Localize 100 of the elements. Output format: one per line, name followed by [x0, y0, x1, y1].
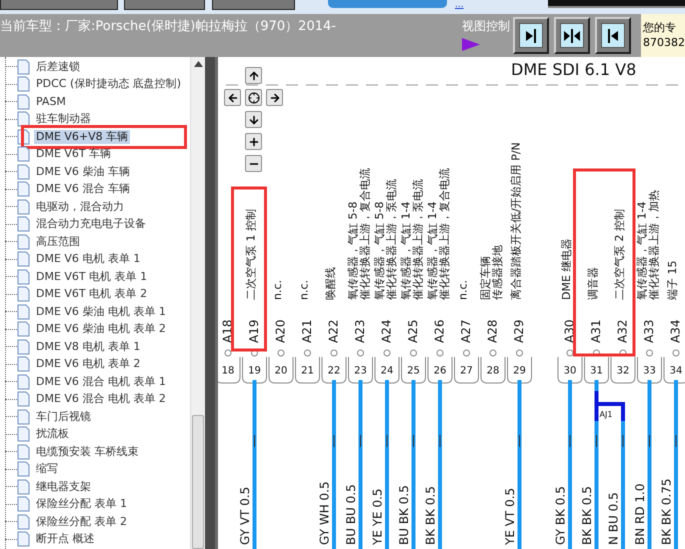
tree-item[interactable]: 电驱动，混合动力	[34, 200, 126, 214]
arrow-left-icon	[226, 92, 238, 104]
pan-down-button[interactable]	[245, 111, 262, 128]
page-icon	[17, 408, 30, 425]
pin-description: 氧传感器，气缸 1-4	[400, 202, 413, 300]
scrollbar[interactable]	[190, 57, 205, 549]
wire-label: BK BK 0.5	[423, 486, 438, 545]
tree-item[interactable]: DME V6T 电机 表单 1	[34, 270, 150, 284]
pin-number: 23	[354, 366, 367, 377]
tree-item[interactable]: DME V6 电机 表单 1	[34, 252, 142, 266]
tree-item[interactable]: PDCC (保时捷动态 底盘控制)	[34, 77, 184, 92]
pin-label: A19	[246, 320, 261, 343]
connector-pin	[637, 350, 662, 384]
pin-description: 催化转换器上游，复合电流	[438, 168, 452, 300]
connector-pin	[218, 350, 240, 384]
tree-item[interactable]: DME V6T 车辆	[34, 147, 114, 162]
pin-label: A26	[432, 320, 446, 343]
pin-label: A27	[458, 320, 473, 343]
fit-left-button[interactable]	[595, 17, 631, 54]
tree-item[interactable]: 缩写	[34, 462, 60, 476]
pin-description: 固定车辆	[479, 256, 492, 300]
scrollbar-thumb[interactable]	[192, 415, 204, 549]
page-icon	[17, 478, 30, 495]
pin-description: n.c.	[271, 280, 284, 300]
page-icon	[17, 234, 30, 250]
connector-pin	[584, 350, 609, 384]
pin-description: 氧传感器，气缸 5-8	[346, 202, 360, 300]
arrows-inward-icon	[563, 28, 581, 44]
fit-right-button[interactable]	[513, 17, 549, 54]
tree-item[interactable]: DME V6 柴油 车辆	[34, 164, 132, 179]
pin-description: 二次空气泵 2 控制	[613, 209, 626, 300]
page-icon	[17, 164, 30, 180]
user-info-text: 您的专	[643, 20, 677, 35]
toolbar-tab[interactable]	[212, 0, 295, 10]
connector-pin	[507, 350, 532, 384]
page-icon	[17, 531, 30, 548]
pan-up-button[interactable]	[245, 67, 262, 84]
fit-both-button[interactable]	[554, 17, 590, 54]
pin-description: 氧传感器，气缸 1-4	[426, 202, 440, 300]
zoom-out-button[interactable]	[245, 155, 262, 172]
arrow-up-icon	[248, 70, 260, 82]
pin-number: 25	[407, 366, 420, 377]
connector-pin	[480, 350, 506, 384]
tree-item[interactable]: DME V6 柴油 电机 表单 1	[34, 304, 168, 319]
crosshair-icon	[248, 92, 260, 104]
pin-label: A29	[512, 320, 526, 343]
pin-description: 唤醒线	[324, 267, 338, 300]
tree-item[interactable]: DME V6 混合 车辆	[34, 182, 132, 196]
pin-number: 18	[222, 366, 234, 377]
pin-label: A25	[406, 320, 420, 343]
toolbar-tab[interactable]	[124, 0, 205, 10]
tree-item[interactable]: DME V6 柴油 电机 表单 2	[34, 322, 168, 336]
connector-pin	[558, 350, 582, 384]
tree-item[interactable]: 电缆预安装 车桥线束	[34, 444, 140, 459]
page-icon	[17, 94, 30, 110]
pin-number: 33	[643, 366, 656, 377]
tree-item[interactable]: 驻车制动器	[34, 112, 93, 126]
page-icon	[17, 181, 30, 198]
tree-item[interactable]: 扰流板	[34, 427, 71, 442]
tree-item[interactable]: 车门后视镜	[34, 410, 93, 424]
pin-label: A23	[352, 320, 367, 343]
more-link[interactable]: ...	[455, 0, 464, 10]
page-icon	[17, 426, 30, 442]
pin-label: A33	[642, 320, 656, 343]
tree-item[interactable]: DME V8 电机 表单 1	[34, 340, 142, 354]
toolbar-tab[interactable]	[0, 0, 118, 10]
tree-item[interactable]: 断开点 概述	[34, 532, 96, 546]
page-icon	[17, 198, 30, 215]
pin-number: 32	[616, 366, 630, 377]
tree-item[interactable]: DME V6 电机 表单 2	[34, 357, 142, 372]
center-button[interactable]	[245, 89, 262, 106]
pan-left-button[interactable]	[224, 89, 241, 106]
tree-item[interactable]: 混合动力充电电子设备	[34, 217, 148, 232]
tree-item[interactable]: 继电器支架	[34, 480, 93, 494]
page-icon	[17, 356, 30, 372]
pin-description: DME 继电器	[560, 238, 574, 300]
tree-item[interactable]: 保险丝分配 表单 1	[34, 497, 129, 512]
tree-item[interactable]: PASM	[34, 94, 68, 109]
tree-item[interactable]: DME V6T 电机 表单 2	[34, 287, 150, 302]
pin-number: 21	[301, 366, 314, 377]
zoom-in-button[interactable]	[245, 133, 262, 150]
pan-right-button[interactable]	[266, 89, 283, 106]
pin-label: A34	[668, 320, 682, 343]
pin-description: 催化转换器上游，加热	[648, 190, 661, 300]
view-control-label: 视图控制	[462, 18, 510, 35]
tree-item[interactable]: 后差速锁	[34, 60, 82, 74]
tree-item[interactable]: DME V6 混合 电机 表单 1	[34, 374, 168, 389]
wire-label: YE VT 0.5	[502, 488, 517, 545]
connector-pin	[428, 350, 452, 384]
tree-item[interactable]: DME V6+V8 车辆	[34, 130, 130, 144]
scroll-up-icon[interactable]	[194, 61, 203, 67]
splice-connection	[594, 389, 625, 423]
pin-number: 19	[248, 366, 261, 377]
user-info-number: 870382	[643, 35, 685, 50]
pin-label: A31	[588, 320, 603, 343]
tree-item[interactable]: 保险丝分配 表单 2	[34, 514, 129, 529]
tree-item[interactable]: DME V6 混合 电机 表单 2	[34, 392, 168, 406]
page-icon	[17, 111, 30, 128]
tree-item[interactable]: 高压范围	[34, 234, 82, 249]
pin-number: 29	[513, 366, 526, 377]
